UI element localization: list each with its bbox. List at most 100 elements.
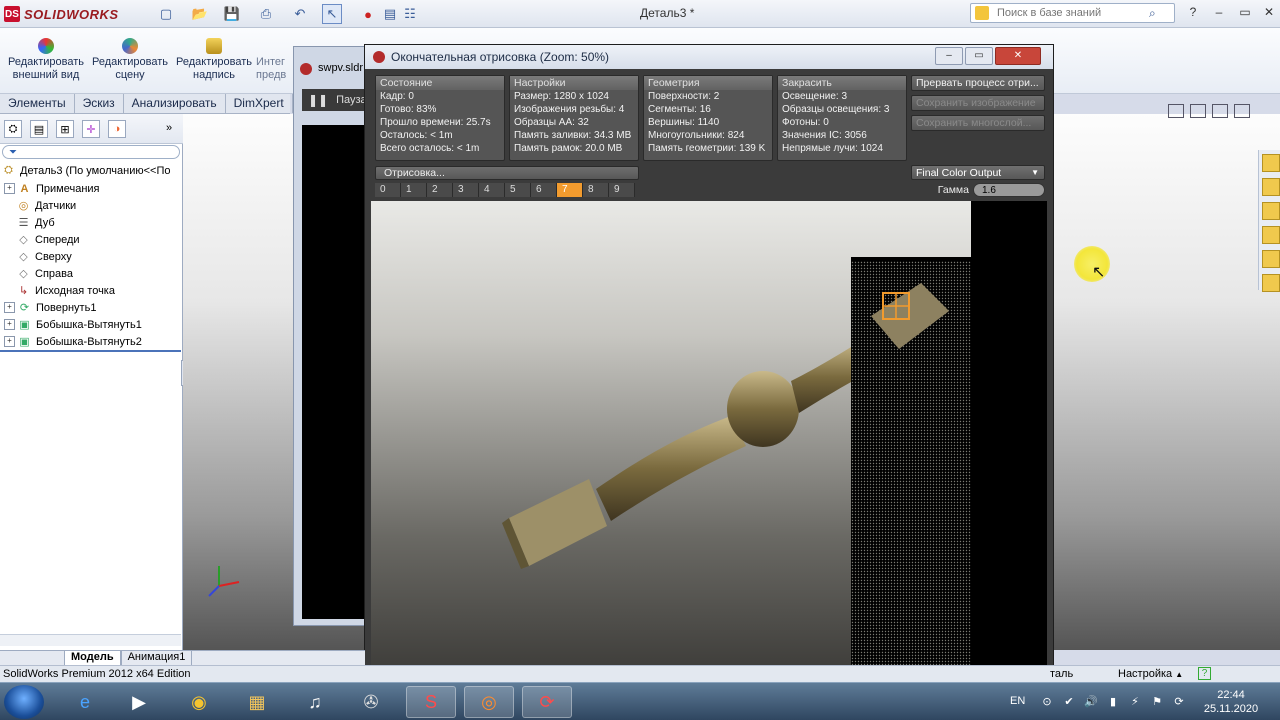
- open-folder-icon[interactable]: 📂: [190, 4, 210, 24]
- design-library-icon[interactable]: [1262, 178, 1280, 196]
- help-status-icon[interactable]: ?: [1198, 667, 1211, 680]
- tree-item-boss-extrude1[interactable]: + ▣ Бобышка-Вытянуть1: [4, 316, 182, 333]
- configuration-manager-icon[interactable]: ⊞: [56, 120, 74, 138]
- undo-icon[interactable]: ↶: [290, 4, 310, 24]
- view-close-icon[interactable]: [1234, 104, 1250, 118]
- select-cursor-icon[interactable]: ↖: [322, 4, 342, 24]
- view-palette-icon[interactable]: [1262, 226, 1280, 244]
- ie-icon[interactable]: e: [60, 686, 110, 718]
- pass-3[interactable]: 3: [453, 183, 479, 197]
- expand-toggle[interactable]: +: [4, 183, 15, 194]
- pass-8[interactable]: 8: [583, 183, 609, 197]
- search-icon[interactable]: ⌕: [1149, 6, 1156, 21]
- pause-button[interactable]: ❚❚ Пауза: [302, 89, 367, 111]
- explorer-icon[interactable]: ▦: [232, 686, 282, 718]
- expand-toggle[interactable]: +: [4, 336, 15, 347]
- minimize-icon[interactable]: –: [1210, 5, 1228, 21]
- resources-icon[interactable]: [1262, 154, 1280, 172]
- abort-render-button[interactable]: Прервать процесс отри...: [911, 75, 1045, 91]
- custom-properties-icon[interactable]: [1262, 274, 1280, 292]
- edit-scene-button[interactable]: Редактировать сцену: [88, 38, 172, 82]
- view-restore-icon[interactable]: [1212, 104, 1228, 118]
- dimxpert-manager-icon[interactable]: ✛: [82, 120, 100, 138]
- tab-evaluate[interactable]: Анализировать: [124, 94, 226, 113]
- tree-item-front-plane[interactable]: ◇ Спереди: [17, 231, 195, 248]
- help-icon[interactable]: ?: [1184, 5, 1202, 21]
- integrated-preview-button[interactable]: Интег предв: [256, 38, 296, 82]
- tree-item-material[interactable]: ☰ Дуб: [17, 214, 195, 231]
- input-language[interactable]: EN: [1010, 695, 1025, 707]
- solidworks-logo[interactable]: DS SOLIDWORKS: [4, 3, 122, 25]
- tray-shield-icon[interactable]: ✔: [1062, 695, 1076, 709]
- tab-model[interactable]: Модель: [64, 651, 121, 665]
- knowledge-base-search[interactable]: ⌕: [970, 3, 1175, 23]
- close-icon[interactable]: ✕: [1260, 5, 1278, 21]
- view-tile-icon[interactable]: [1190, 104, 1206, 118]
- feature-tree-icon[interactable]: ⛭: [4, 120, 22, 138]
- network-icon[interactable]: ▮: [1106, 695, 1120, 709]
- edit-decal-button[interactable]: Редактировать надпись: [172, 38, 256, 82]
- media-player-icon[interactable]: ▶: [114, 686, 164, 718]
- pass-7[interactable]: 7: [557, 183, 583, 197]
- appearances-icon[interactable]: [1262, 250, 1280, 268]
- pass-9[interactable]: 9: [609, 183, 635, 197]
- tab-dimxpert[interactable]: DimXpert: [226, 94, 293, 113]
- tree-item-annotations[interactable]: + A Примечания: [4, 180, 182, 197]
- gamma-slider[interactable]: 1.6: [973, 183, 1045, 197]
- tree-item-revolve1[interactable]: + ⟳ Повернуть1: [4, 299, 182, 316]
- pass-0[interactable]: 0: [375, 183, 401, 197]
- tab-sketch[interactable]: Эскиз: [75, 94, 124, 113]
- flag-icon[interactable]: ⚑: [1150, 695, 1164, 709]
- new-document-icon[interactable]: ▢: [156, 4, 176, 24]
- rollback-bar[interactable]: [0, 350, 181, 352]
- maximize-icon[interactable]: ▭: [965, 47, 993, 65]
- file-properties-icon[interactable]: ▤: [380, 4, 400, 24]
- feature-filter-field[interactable]: ⏷: [2, 145, 180, 159]
- print-icon[interactable]: ⎙: [256, 4, 276, 24]
- solidworks-taskbar-icon[interactable]: S: [406, 686, 456, 718]
- tree-item-origin[interactable]: ↳ Исходная точка: [17, 282, 195, 299]
- tree-item-right-plane[interactable]: ◇ Справа: [17, 265, 195, 282]
- restore-icon[interactable]: ▭: [1236, 5, 1254, 21]
- property-manager-icon[interactable]: ▤: [30, 120, 48, 138]
- tab-animation[interactable]: Анимация1: [120, 651, 193, 665]
- sync-icon[interactable]: ⟳: [1172, 695, 1186, 709]
- output-channel-select[interactable]: Final Color Output ▼: [911, 165, 1045, 180]
- edit-appearance-button[interactable]: Редактировать внешний вид: [4, 38, 88, 82]
- expand-panel-icon[interactable]: »: [166, 122, 172, 134]
- system-clock[interactable]: 22:44 25.11.2020: [1196, 688, 1266, 716]
- display-manager-icon[interactable]: ◑: [108, 120, 126, 138]
- tab-scroll-arrows[interactable]: [0, 651, 64, 665]
- expand-toggle[interactable]: +: [4, 302, 15, 313]
- battery-icon[interactable]: ⚡: [1128, 695, 1142, 709]
- close-icon[interactable]: ✕: [995, 47, 1041, 65]
- expand-toggle[interactable]: +: [4, 319, 15, 330]
- file-explorer-icon[interactable]: [1262, 202, 1280, 220]
- tree-item-sensors[interactable]: ◎ Датчики: [17, 197, 195, 214]
- tree-root-part[interactable]: ⛭ Деталь3 (По умолчанию<<По: [2, 162, 180, 179]
- volume-icon[interactable]: 🔊: [1084, 695, 1098, 709]
- itunes-icon[interactable]: ♫: [290, 686, 340, 718]
- pass-4[interactable]: 4: [479, 183, 505, 197]
- options-icon[interactable]: ☷: [400, 4, 420, 24]
- pass-1[interactable]: 1: [401, 183, 427, 197]
- tree-item-boss-extrude2[interactable]: + ▣ Бобышка-Вытянуть2: [4, 333, 182, 350]
- film-icon[interactable]: ✇: [346, 686, 396, 718]
- search-input[interactable]: [995, 6, 1149, 20]
- horizontal-scrollbar[interactable]: [0, 634, 181, 646]
- minimize-icon[interactable]: –: [935, 47, 963, 65]
- view-layout-icon[interactable]: [1168, 104, 1184, 118]
- tab-features[interactable]: Элементы: [0, 94, 75, 113]
- rebuild-icon[interactable]: ●: [358, 4, 378, 24]
- pass-6[interactable]: 6: [531, 183, 557, 197]
- pass-2[interactable]: 2: [427, 183, 453, 197]
- pass-5[interactable]: 5: [505, 183, 531, 197]
- chrome-icon[interactable]: ◉: [174, 686, 224, 718]
- render-taskbar-icon[interactable]: ⟳: [522, 686, 572, 718]
- save-icon[interactable]: 💾: [222, 4, 242, 24]
- save-image-button[interactable]: Сохранить изображение: [911, 95, 1045, 111]
- tree-item-top-plane[interactable]: ◇ Сверху: [17, 248, 195, 265]
- units-settings-button[interactable]: Настройка ▲: [1118, 668, 1183, 680]
- tray-camera-icon[interactable]: ⊙: [1040, 695, 1054, 709]
- start-button[interactable]: [4, 685, 44, 719]
